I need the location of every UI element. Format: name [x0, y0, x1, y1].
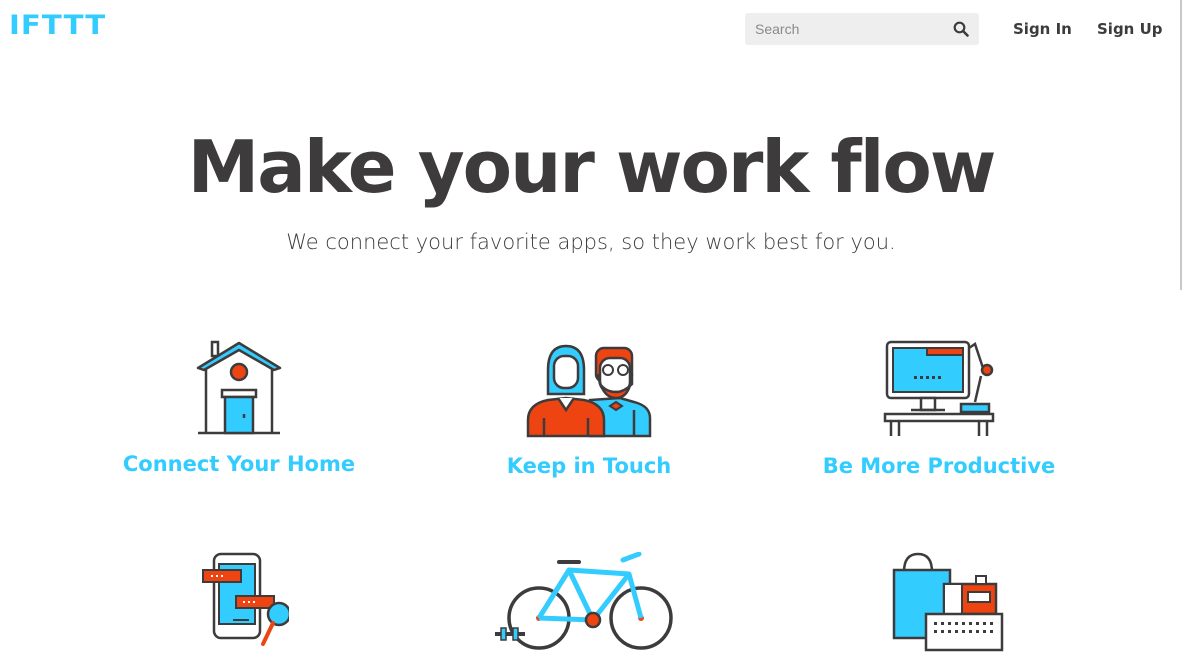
category-label[interactable]: Connect Your Home [59, 452, 419, 476]
category-phone-chat[interactable] [59, 552, 419, 652]
sign-up-link[interactable]: Sign Up [1097, 20, 1163, 38]
search-box[interactable] [745, 13, 979, 45]
ifttt-logo[interactable]: IFTTT [9, 12, 106, 39]
category-shopping[interactable] [759, 552, 1119, 652]
category-connect-home[interactable]: Connect Your Home [59, 340, 419, 476]
people-icon [526, 344, 652, 438]
category-label[interactable]: Keep in Touch [409, 454, 769, 478]
category-label[interactable]: Be More Productive [759, 454, 1119, 478]
house-icon [196, 340, 282, 435]
category-keep-in-touch[interactable]: Keep in Touch [409, 340, 769, 478]
desk-computer-icon [883, 340, 995, 436]
phone-chat-icon [202, 552, 289, 646]
category-be-productive[interactable]: Be More Productive [759, 340, 1119, 478]
sign-in-link[interactable]: Sign In [1013, 20, 1072, 38]
search-input[interactable] [745, 13, 945, 45]
search-icon[interactable] [953, 21, 969, 37]
hero-title: Make your work flow [187, 125, 997, 209]
hero-subtitle: We connect your favorite apps, so they w… [286, 230, 896, 254]
bicycle-icon [495, 552, 673, 650]
category-fitness[interactable] [409, 552, 769, 652]
shopping-register-icon [892, 552, 1004, 652]
